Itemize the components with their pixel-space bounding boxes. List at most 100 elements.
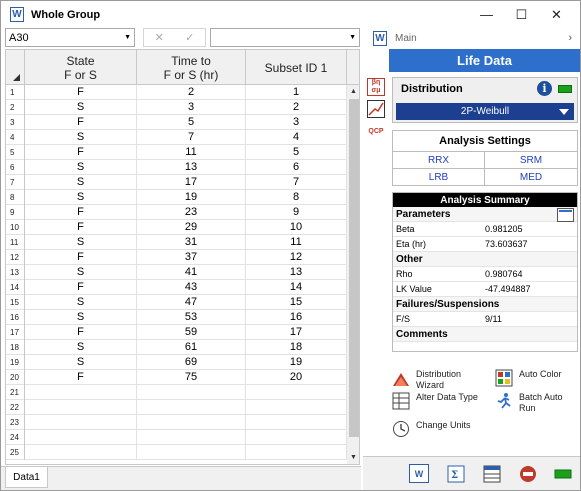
cell-subset-id[interactable]: 12 <box>246 250 347 265</box>
row-number[interactable]: 18 <box>6 340 25 355</box>
cell-state[interactable]: F <box>25 325 137 340</box>
weibull-icon[interactable]: W <box>409 464 429 483</box>
cell-state[interactable]: S <box>25 295 137 310</box>
cell-state[interactable]: F <box>25 370 137 385</box>
row-number[interactable]: 12 <box>6 250 25 265</box>
maximize-button[interactable]: ☐ <box>504 1 539 28</box>
cell-subset-id[interactable]: 4 <box>246 130 347 145</box>
cell-subset-id[interactable]: 14 <box>246 280 347 295</box>
cell-state[interactable] <box>25 400 137 415</box>
plot-icon[interactable] <box>367 100 385 118</box>
cell-state[interactable] <box>25 430 137 445</box>
cell-time[interactable] <box>137 385 246 400</box>
cell-subset-id[interactable]: 15 <box>246 295 347 310</box>
cell-subset-id[interactable]: 11 <box>246 235 347 250</box>
option-med[interactable]: MED <box>485 169 577 186</box>
row-number[interactable]: 21 <box>6 385 25 400</box>
scroll-thumb[interactable] <box>349 99 359 437</box>
cell-subset-id[interactable]: 5 <box>246 145 347 160</box>
cell-time[interactable] <box>137 415 246 430</box>
cell-state[interactable]: F <box>25 85 137 100</box>
row-number[interactable]: 8 <box>6 190 25 205</box>
chevron-down-icon[interactable]: ▼ <box>124 34 131 41</box>
row-number[interactable]: 23 <box>6 415 25 430</box>
row-number[interactable]: 1 <box>6 85 25 100</box>
cell-state[interactable]: S <box>25 160 137 175</box>
cell-state[interactable] <box>25 385 137 400</box>
cell-state[interactable] <box>25 415 137 430</box>
comments-section[interactable]: Comments <box>393 327 577 342</box>
option-srm[interactable]: SRM <box>485 152 577 169</box>
distribution-select[interactable]: 2P-Weibull <box>396 103 574 120</box>
row-number[interactable]: 13 <box>6 265 25 280</box>
close-button[interactable]: ✕ <box>539 1 574 28</box>
cell-time[interactable]: 5 <box>137 115 246 130</box>
row-number[interactable]: 4 <box>6 130 25 145</box>
cell-subset-id[interactable]: 17 <box>246 325 347 340</box>
cell-state[interactable]: F <box>25 115 137 130</box>
cell-subset-id[interactable]: 2 <box>246 100 347 115</box>
cell-state[interactable]: S <box>25 190 137 205</box>
cell-subset-id[interactable]: 20 <box>246 370 347 385</box>
cell-time[interactable]: 61 <box>137 340 246 355</box>
cancel-edit-icon[interactable]: ✕ <box>155 31 164 44</box>
batch-auto-run-button[interactable]: Batch Auto Run <box>495 392 578 414</box>
cell-time[interactable]: 11 <box>137 145 246 160</box>
cell-state[interactable]: S <box>25 340 137 355</box>
row-number[interactable]: 6 <box>6 160 25 175</box>
info-icon[interactable]: i <box>537 81 552 96</box>
column-header-state[interactable]: State F or S <box>25 50 137 85</box>
cell-subset-id[interactable]: 19 <box>246 355 347 370</box>
table-icon[interactable] <box>482 464 502 483</box>
cell-state[interactable]: F <box>25 220 137 235</box>
row-number[interactable]: 2 <box>6 100 25 115</box>
cell-time[interactable]: 23 <box>137 205 246 220</box>
cell-subset-id[interactable]: 16 <box>246 310 347 325</box>
cell-subset-id[interactable]: 6 <box>246 160 347 175</box>
row-number[interactable]: 9 <box>6 205 25 220</box>
plot-window-icon[interactable] <box>557 208 574 222</box>
cell-subset-id[interactable]: 10 <box>246 220 347 235</box>
option-rrx[interactable]: RRX <box>393 152 485 169</box>
auto-color-button[interactable]: Auto Color <box>495 369 578 387</box>
cell-subset-id[interactable]: 3 <box>246 115 347 130</box>
cell-state[interactable] <box>25 445 137 460</box>
cell-state[interactable]: S <box>25 355 137 370</box>
cell-state[interactable]: S <box>25 100 137 115</box>
cell-state[interactable]: S <box>25 265 137 280</box>
cell-subset-id[interactable] <box>246 385 347 400</box>
cell-time[interactable]: 19 <box>137 190 246 205</box>
select-all-corner[interactable] <box>6 50 25 85</box>
cell-time[interactable]: 43 <box>137 280 246 295</box>
cell-subset-id[interactable] <box>246 430 347 445</box>
cell-time[interactable]: 37 <box>137 250 246 265</box>
sheet-tab-data1[interactable]: Data1 <box>5 467 48 488</box>
cell-time[interactable]: 7 <box>137 130 246 145</box>
cell-state[interactable]: S <box>25 130 137 145</box>
row-number[interactable]: 15 <box>6 295 25 310</box>
scroll-up-icon[interactable]: ▲ <box>350 88 357 95</box>
row-number[interactable]: 24 <box>6 430 25 445</box>
chevron-down-icon[interactable]: ▼ <box>349 34 356 41</box>
change-units-button[interactable]: Change Units <box>392 420 488 438</box>
cell-time[interactable]: 17 <box>137 175 246 190</box>
cell-subset-id[interactable] <box>246 415 347 430</box>
distribution-wizard-button[interactable]: Distribution Wizard <box>392 369 488 391</box>
row-number[interactable]: 19 <box>6 355 25 370</box>
cell-state[interactable]: S <box>25 175 137 190</box>
cell-time[interactable]: 2 <box>137 85 246 100</box>
option-lrb[interactable]: LRB <box>393 169 485 186</box>
cell-time[interactable]: 53 <box>137 310 246 325</box>
cell-state[interactable]: F <box>25 280 137 295</box>
cell-time[interactable]: 47 <box>137 295 246 310</box>
chevron-right-icon[interactable]: › <box>568 32 572 44</box>
cell-time[interactable] <box>137 400 246 415</box>
column-header-time[interactable]: Time to F or S (hr) <box>137 50 246 85</box>
cell-subset-id[interactable]: 7 <box>246 175 347 190</box>
cell-subset-id[interactable] <box>246 445 347 460</box>
confirm-edit-icon[interactable]: ✓ <box>185 31 194 44</box>
cell-time[interactable]: 69 <box>137 355 246 370</box>
scroll-down-icon[interactable]: ▼ <box>350 454 357 461</box>
row-number[interactable]: 10 <box>6 220 25 235</box>
row-number[interactable]: 20 <box>6 370 25 385</box>
